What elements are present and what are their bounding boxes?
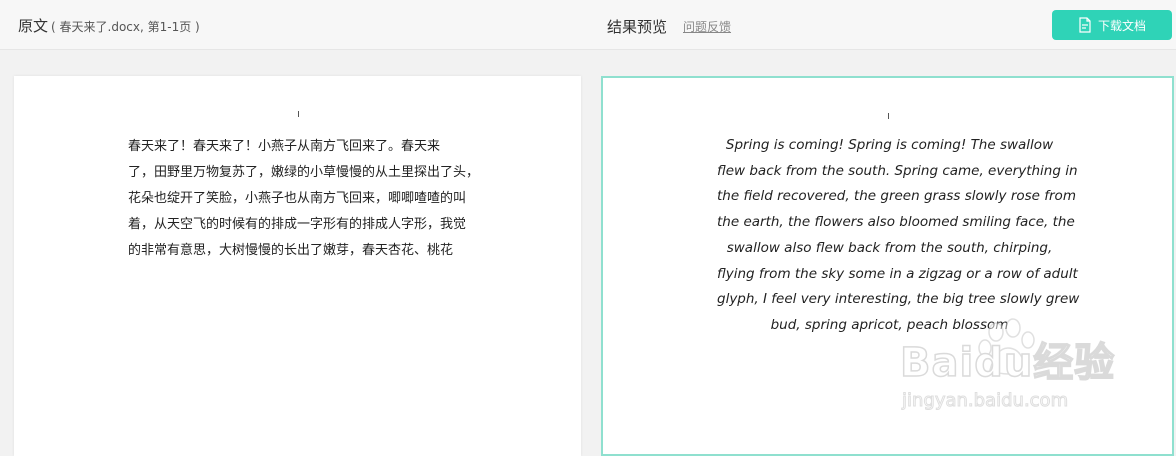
preview-line: swallow also flew back from the south, c… (726, 239, 1053, 256)
original-line: 着，从天空飞的时候有的排成一字形有的排成人字形，我觉 (128, 217, 467, 232)
original-label: 原文 (18, 17, 49, 35)
preview-text-body: Spring is coming! Spring is coming! The … (717, 133, 1080, 339)
original-line: 的非常有意思，大树慢慢的长出了嫩芽，春天杏花、桃花 (128, 243, 454, 258)
original-file-meta: ( 春天来了.docx, 第1-1页 ) (51, 20, 200, 34)
download-document-button[interactable]: 下载文档 (1052, 10, 1172, 40)
preview-line: Spring is coming! Spring is coming! The … (725, 137, 1054, 153)
preview-line: the earth, the flowers also bloomed smil… (717, 214, 1075, 231)
original-text-body: 春天来了！春天来了！小燕子从南方飞回来了。春天来 了，田野里万物复苏了，嫩绿的小… (128, 134, 480, 264)
text-cursor-mark (298, 111, 299, 117)
top-toolbar: 原文( 春天来了.docx, 第1-1页 ) 结果预览 问题反馈 下载文档 (0, 0, 1176, 50)
original-document-page: 春天来了！春天来了！小燕子从南方飞回来了。春天来 了，田野里万物复苏了，嫩绿的小… (14, 76, 581, 456)
download-button-label: 下载文档 (1097, 18, 1146, 33)
original-line: 花朵也绽开了笑脸，小燕子也从南方飞回来，唧唧喳喳的叫 (128, 191, 467, 206)
feedback-link[interactable]: 问题反馈 (683, 18, 731, 35)
original-line: 了，田野里万物复苏了，嫩绿的小草慢慢的从土里探出了头， (128, 165, 480, 180)
original-line: 春天来了！春天来了！小燕子从南方飞回来了。春天来 (128, 139, 441, 154)
document-icon (1079, 17, 1091, 33)
text-cursor-mark (888, 113, 889, 119)
preview-line: bud, spring apricot, peach blossom (770, 316, 1009, 333)
preview-line: the field recovered, the green grass slo… (717, 188, 1076, 205)
preview-line: flying from the sky some in a zigzag or … (717, 265, 1078, 282)
original-header: 原文( 春天来了.docx, 第1-1页 ) (18, 15, 200, 36)
preview-label: 结果预览 (607, 18, 668, 36)
preview-line: glyph, I feel very interesting, the big … (717, 291, 1080, 308)
preview-line: flew back from the south. Spring came, e… (717, 162, 1078, 179)
preview-document-page: Spring is coming! Spring is coming! The … (601, 76, 1174, 456)
